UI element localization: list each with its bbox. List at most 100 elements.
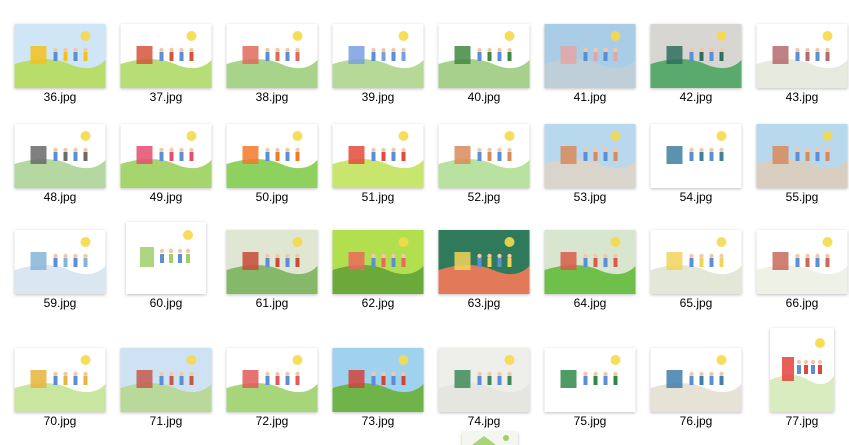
thumbnail-image bbox=[756, 230, 848, 294]
file-thumbnail[interactable] bbox=[544, 348, 636, 412]
thumbnail-image bbox=[332, 24, 424, 88]
thumb-figure bbox=[454, 146, 471, 164]
thumb-sun bbox=[183, 230, 193, 240]
thumbnail-image bbox=[650, 24, 742, 88]
file-name-label: 52.jpg bbox=[467, 190, 501, 204]
file-tile[interactable]: 77.jpg bbox=[750, 312, 849, 430]
thumb-sun bbox=[504, 237, 515, 247]
file-thumbnail[interactable] bbox=[650, 124, 742, 188]
thumb-sun bbox=[504, 131, 515, 141]
thumb-sun bbox=[504, 31, 515, 41]
file-tile[interactable]: 63.jpg bbox=[432, 206, 536, 312]
thumbnail-image bbox=[544, 348, 636, 412]
thumbnail-image bbox=[332, 348, 424, 412]
file-tile[interactable]: 76.jpg bbox=[644, 312, 748, 430]
file-tile[interactable]: 39.jpg bbox=[326, 6, 430, 106]
thumbnail-image bbox=[462, 432, 518, 445]
file-tile[interactable]: 64.jpg bbox=[538, 206, 642, 312]
file-thumbnail[interactable] bbox=[120, 124, 212, 188]
file-tile[interactable]: 50.jpg bbox=[220, 110, 324, 206]
file-tile[interactable]: 51.jpg bbox=[326, 110, 430, 206]
thumbnail-image bbox=[770, 328, 834, 412]
file-name-label: 65.jpg bbox=[679, 296, 713, 310]
file-tile[interactable]: 65.jpg bbox=[644, 206, 748, 312]
file-thumbnail[interactable] bbox=[120, 348, 212, 412]
file-thumbnail[interactable] bbox=[438, 230, 530, 294]
file-thumbnail[interactable] bbox=[14, 124, 106, 188]
file-tile[interactable]: 59.jpg bbox=[8, 206, 112, 312]
file-thumbnail[interactable] bbox=[126, 222, 206, 294]
file-tile[interactable]: 42.jpg bbox=[644, 6, 748, 106]
thumbnail-image bbox=[756, 124, 848, 188]
file-thumbnail[interactable] bbox=[120, 24, 212, 88]
file-thumbnail[interactable] bbox=[14, 230, 106, 294]
thumb-figure bbox=[666, 146, 683, 164]
file-tile[interactable]: 38.jpg bbox=[220, 6, 324, 106]
file-thumbnail[interactable] bbox=[770, 328, 834, 412]
thumb-figure bbox=[30, 370, 47, 388]
file-thumbnail[interactable] bbox=[14, 348, 106, 412]
file-tile[interactable]: 54.jpg bbox=[644, 110, 748, 206]
file-tile[interactable]: 55.jpg bbox=[750, 110, 849, 206]
file-tile[interactable]: 72.jpg bbox=[220, 312, 324, 430]
file-thumbnail[interactable] bbox=[14, 24, 106, 88]
file-tile[interactable]: 74.jpg bbox=[432, 312, 536, 430]
file-tile[interactable]: 49.jpg bbox=[114, 110, 218, 206]
file-tile[interactable]: 61.jpg bbox=[220, 206, 324, 312]
file-tile[interactable]: 75.jpg bbox=[538, 312, 642, 430]
file-thumbnail[interactable] bbox=[438, 24, 530, 88]
thumb-sun bbox=[398, 237, 409, 247]
thumb-figure bbox=[242, 46, 259, 64]
thumbnail-image bbox=[650, 348, 742, 412]
file-tile[interactable]: 36.jpg bbox=[8, 6, 112, 106]
file-thumbnail[interactable] bbox=[332, 124, 424, 188]
file-thumbnail[interactable] bbox=[650, 230, 742, 294]
file-thumbnail[interactable] bbox=[756, 230, 848, 294]
thumb-sun bbox=[822, 31, 833, 41]
file-thumbnail[interactable] bbox=[544, 24, 636, 88]
file-thumbnail[interactable] bbox=[650, 24, 742, 88]
file-tile[interactable]: 70.jpg bbox=[8, 312, 112, 430]
thumbnail-image bbox=[544, 230, 636, 294]
file-thumbnail[interactable] bbox=[544, 230, 636, 294]
thumb-sun bbox=[815, 338, 825, 348]
file-tile[interactable]: 43.jpg bbox=[750, 6, 849, 106]
file-thumbnail[interactable] bbox=[756, 124, 848, 188]
file-tile[interactable]: 37.jpg bbox=[114, 6, 218, 106]
file-tile[interactable]: 40.jpg bbox=[432, 6, 536, 106]
thumb-figure bbox=[30, 252, 47, 270]
thumbnail-image bbox=[438, 230, 530, 294]
file-thumbnail[interactable] bbox=[438, 348, 530, 412]
file-tile[interactable]: 52.jpg bbox=[432, 110, 536, 206]
thumb-sun bbox=[822, 131, 833, 141]
file-thumbnail[interactable] bbox=[650, 348, 742, 412]
file-tile[interactable]: 41.jpg bbox=[538, 6, 642, 106]
file-name-label: 38.jpg bbox=[255, 90, 289, 104]
file-tile[interactable]: 73.jpg bbox=[326, 312, 430, 430]
file-tile[interactable]: 62.jpg bbox=[326, 206, 430, 312]
file-name-label: 43.jpg bbox=[785, 90, 819, 104]
file-tile[interactable]: 66.jpg bbox=[750, 206, 849, 312]
file-thumbnail[interactable] bbox=[226, 348, 318, 412]
file-thumbnail[interactable] bbox=[756, 24, 848, 88]
file-tile[interactable]: 53.jpg bbox=[538, 110, 642, 206]
file-thumbnail[interactable] bbox=[226, 230, 318, 294]
thumbnail-image bbox=[120, 348, 212, 412]
file-name-label: 76.jpg bbox=[679, 414, 713, 428]
file-thumbnail[interactable] bbox=[544, 124, 636, 188]
partial-thumbnail[interactable] bbox=[462, 432, 518, 445]
file-thumbnail[interactable] bbox=[332, 24, 424, 88]
thumb-sun bbox=[610, 237, 621, 247]
file-thumbnail[interactable] bbox=[226, 24, 318, 88]
file-thumbnail[interactable] bbox=[332, 230, 424, 294]
thumbnail-image bbox=[650, 124, 742, 188]
thumbnail-image bbox=[226, 124, 318, 188]
file-tile[interactable]: 71.jpg bbox=[114, 312, 218, 430]
file-thumbnail[interactable] bbox=[332, 348, 424, 412]
file-thumbnail[interactable] bbox=[226, 124, 318, 188]
file-tile[interactable]: 48.jpg bbox=[8, 110, 112, 206]
thumb-sun bbox=[610, 355, 621, 365]
thumb-sun bbox=[716, 31, 727, 41]
file-thumbnail[interactable] bbox=[438, 124, 530, 188]
file-tile[interactable]: 60.jpg bbox=[114, 206, 218, 312]
